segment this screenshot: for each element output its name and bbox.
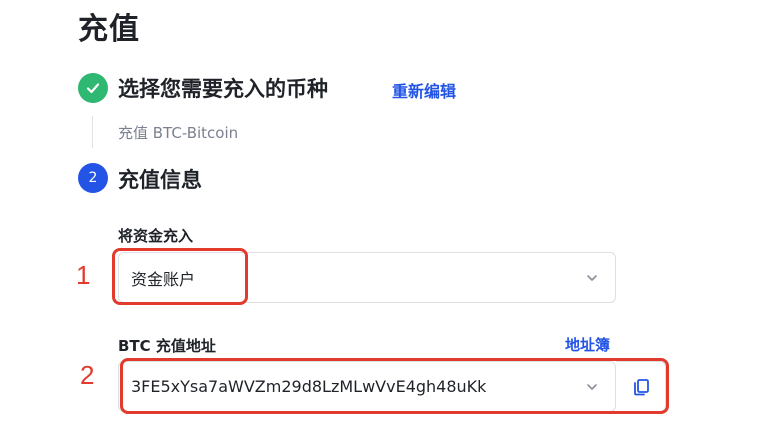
chevron-down-icon bbox=[587, 274, 597, 281]
annotation-box-1 bbox=[112, 248, 248, 305]
step-connector-line bbox=[92, 116, 93, 148]
step2-number-badge: 2 bbox=[78, 163, 108, 193]
page-title: 充值 bbox=[78, 12, 140, 47]
deposit-to-label: 将资金充入 bbox=[118, 227, 194, 245]
step1-title: 选择您需要充入的币种 bbox=[118, 77, 328, 101]
re-edit-link[interactable]: 重新编辑 bbox=[392, 78, 456, 102]
annotation-box-2 bbox=[120, 358, 669, 414]
step2-number: 2 bbox=[88, 170, 98, 186]
check-circle-icon bbox=[78, 73, 108, 103]
step1-summary: 充值 BTC-Bitcoin bbox=[118, 124, 239, 142]
annotation-marker-1: 1 bbox=[76, 260, 91, 290]
annotation-marker-2: 2 bbox=[80, 360, 95, 390]
deposit-address-label: BTC 充值地址 bbox=[118, 337, 216, 355]
address-book-link[interactable]: 地址簿 bbox=[565, 334, 610, 355]
step2-title: 充值信息 bbox=[118, 168, 202, 192]
